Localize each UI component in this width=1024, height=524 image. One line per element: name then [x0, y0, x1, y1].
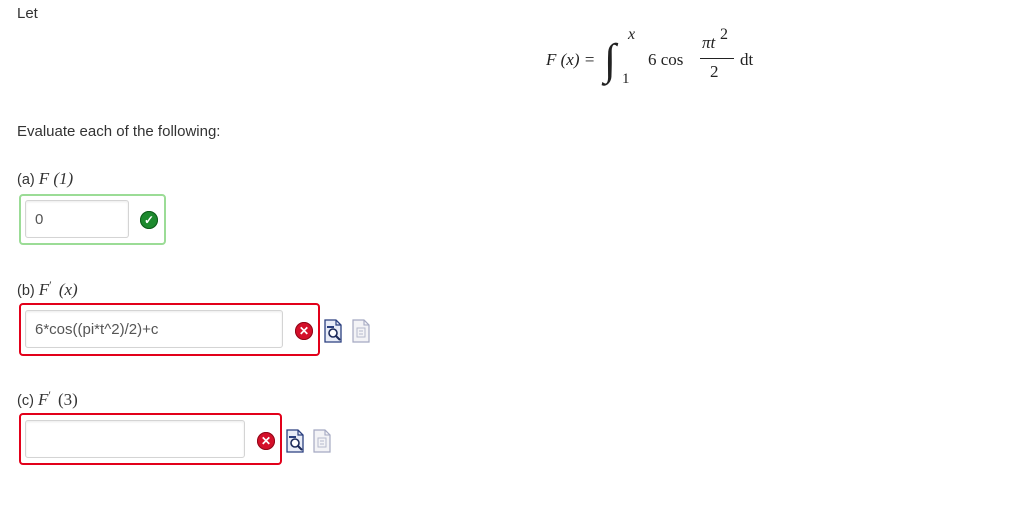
equation-preview-icon[interactable] — [285, 429, 305, 453]
formula-differential: dt — [740, 50, 754, 69]
answer-b-input[interactable] — [25, 310, 283, 348]
question-b-prime: ′ — [49, 278, 52, 292]
question-a-label: (a) F (1) — [17, 169, 73, 189]
instruction-text: Evaluate each of the following: — [17, 123, 221, 140]
question-c-arg: (3) — [58, 389, 78, 409]
question-c-prime: ′ — [48, 388, 51, 402]
question-c-expr: F — [37, 389, 49, 409]
question-c-label: (c) F′ (3) — [17, 388, 78, 410]
lower-limit: 1 — [622, 71, 630, 87]
integral-formula: F (x) = ∫ x 1 6 cos πt 2 2 dt — [546, 26, 766, 96]
question-b-arg: (x) — [58, 279, 78, 299]
formula-lhs: F (x) = — [546, 50, 596, 69]
equation-helper-icon[interactable] — [351, 319, 371, 343]
question-a-part: (a) — [17, 172, 35, 188]
x-circle-icon: ✕ — [295, 322, 313, 340]
fraction-bar — [700, 58, 734, 59]
check-circle-icon: ✓ — [140, 211, 158, 229]
question-a-expr: F (1) — [38, 169, 74, 188]
integrand-coefficient: 6 cos — [648, 50, 684, 69]
intro-text: Let — [17, 5, 38, 22]
question-b-part: (b) — [17, 282, 35, 299]
x-circle-icon: ✕ — [257, 432, 275, 450]
question-b-label: (b) F′ (x) — [17, 278, 78, 300]
equation-helper-icon[interactable] — [312, 429, 332, 453]
fraction-denominator: 2 — [710, 62, 719, 81]
answer-a-input[interactable] — [25, 200, 129, 238]
numerator-exponent: 2 — [720, 26, 728, 43]
upper-limit: x — [628, 26, 636, 43]
answer-c-input[interactable] — [25, 420, 245, 458]
question-b-expr: F — [38, 279, 50, 299]
question-c-part: (c) — [17, 392, 34, 409]
fraction-numerator: πt — [702, 33, 716, 52]
equation-preview-icon[interactable] — [323, 319, 343, 343]
integral-sign: ∫ — [604, 35, 617, 84]
